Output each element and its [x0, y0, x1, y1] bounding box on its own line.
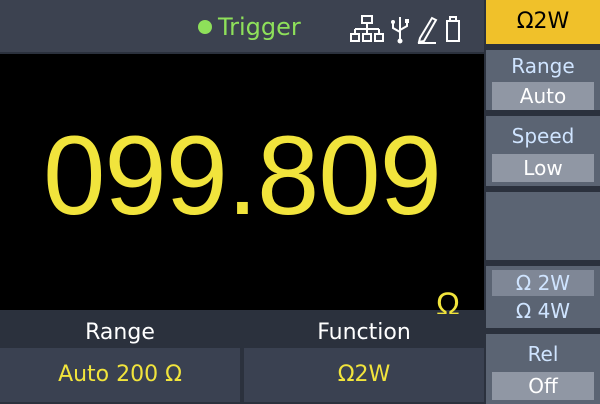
function-label: Function	[317, 320, 411, 345]
trigger-indicator: Trigger	[198, 10, 301, 44]
mode-softkey[interactable]: Ω2W	[486, 0, 600, 44]
reading-value: 099.809	[43, 113, 442, 238]
reading-area: 099.809 Ω	[0, 54, 484, 322]
info-panel: Range Function Auto 200 Ω Ω2W	[0, 314, 484, 404]
softkey-column: Ω2W Range Auto Speed Low Ω 2W Ω 4W Rel O…	[486, 0, 600, 404]
rel-softkey[interactable]: Rel Off	[486, 334, 600, 404]
wire-option-4w: Ω 4W	[515, 299, 571, 323]
rel-softkey-title: Rel	[527, 342, 559, 366]
speed-softkey-value: Low	[492, 154, 594, 182]
wire-mode-softkey[interactable]: Ω 2W Ω 4W	[486, 266, 600, 328]
trigger-label: Trigger	[218, 13, 301, 41]
range-softkey-value: Auto	[492, 82, 594, 110]
edit-icon	[417, 16, 438, 44]
network-icon	[350, 15, 384, 42]
status-icons	[350, 12, 462, 46]
status-bar: Trigger	[0, 0, 484, 52]
usb-icon	[391, 17, 409, 44]
range-softkey[interactable]: Range Auto	[486, 50, 600, 110]
range-softkey-title: Range	[511, 54, 575, 78]
rel-softkey-value: Off	[492, 372, 594, 400]
memory-icon	[446, 16, 460, 42]
range-value: Auto 200 Ω	[0, 348, 240, 402]
function-value: Ω2W	[244, 348, 484, 402]
wire-option-2w: Ω 2W	[492, 270, 594, 296]
multimeter-screen: Trigger 099.809 Ω Range Function Auto 20…	[0, 0, 600, 404]
blank-softkey[interactable]	[486, 192, 600, 260]
range-label: Range	[85, 320, 155, 345]
speed-softkey[interactable]: Speed Low	[486, 116, 600, 186]
trigger-dot-icon	[198, 20, 212, 34]
speed-softkey-title: Speed	[511, 124, 575, 148]
